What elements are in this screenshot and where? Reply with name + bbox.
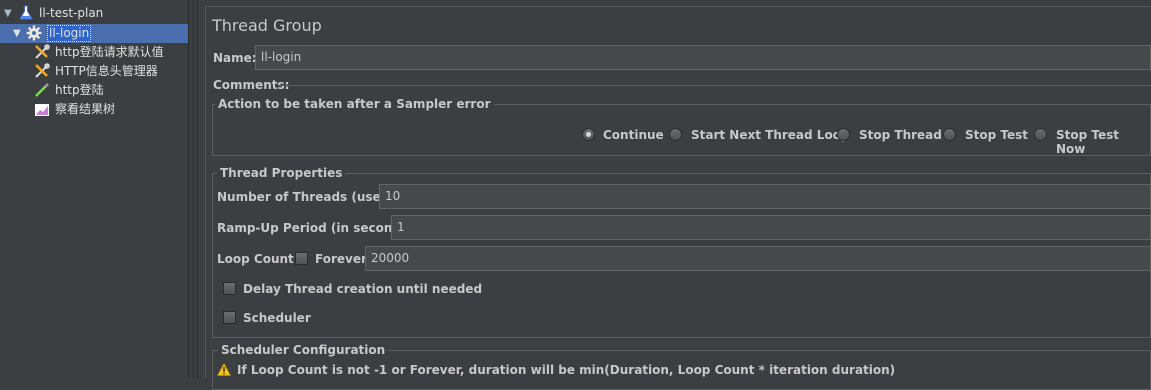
page-title: Thread Group: [212, 16, 322, 35]
start-next-thread-loop-radio[interactable]: [669, 128, 682, 141]
expand-arrow-icon[interactable]: ▼: [13, 24, 21, 43]
expand-arrow-icon[interactable]: ▼: [4, 4, 12, 23]
tree-label: 察看结果树: [55, 102, 116, 116]
tree-node-results-tree[interactable]: 察看结果树: [0, 100, 188, 119]
flask-icon: [19, 5, 33, 20]
tree-node-header-manager[interactable]: HTTP信息头管理器: [0, 62, 188, 81]
stop-test-now-radio[interactable]: [1034, 128, 1047, 141]
tree-node-http-defaults[interactable]: http登陆请求默认值: [0, 43, 188, 62]
stop-test-radio[interactable]: [943, 128, 956, 141]
wrench-icon: [35, 44, 50, 59]
comments-input[interactable]: [279, 85, 1151, 86]
tree-label: HTTP信息头管理器: [55, 64, 158, 78]
tree-node-thread-group[interactable]: ▼ ll-login: [0, 24, 188, 43]
rampup-label: Ramp-Up Period (in seconds):: [217, 221, 419, 235]
delay-thread-label[interactable]: Delay Thread creation until needed: [243, 282, 482, 296]
pipette-icon: [35, 83, 49, 97]
tree-label: ll-login: [47, 25, 92, 42]
forever-checkbox[interactable]: [295, 252, 308, 265]
tree-label: http登陆请求默认值: [55, 45, 164, 59]
comments-label: Comments:: [213, 78, 290, 92]
loop-count-input[interactable]: 20000: [365, 246, 1151, 271]
gear-icon: [26, 25, 42, 41]
scheduler-checkbox[interactable]: [223, 311, 236, 324]
sampler-error-legend: Action to be taken after a Sampler error: [215, 97, 494, 111]
forever-label[interactable]: Forever: [315, 252, 367, 266]
tree-node-http-login[interactable]: http登陆: [0, 81, 188, 100]
stop-thread-radio[interactable]: [837, 128, 850, 141]
loop-count-label: Loop Count:: [217, 252, 299, 266]
stop-test-now-label[interactable]: Stop Test Now: [1056, 128, 1151, 156]
thread-group-panel: Thread Group Name: ll-login Comments: Ac…: [199, 0, 1151, 390]
chart-icon: [35, 104, 49, 116]
scheduler-warning-text: If Loop Count is not -1 or Forever, dura…: [237, 363, 896, 377]
name-label: Name:: [213, 51, 257, 65]
stop-test-label[interactable]: Stop Test: [965, 128, 1028, 142]
name-input[interactable]: ll-login: [255, 45, 1151, 70]
tree-node-test-plan[interactable]: ▼ ll-test-plan: [0, 4, 188, 23]
threads-input[interactable]: 10: [379, 184, 1151, 209]
panel-splitter[interactable]: [188, 0, 198, 378]
test-plan-tree[interactable]: ▼ ll-test-plan ▼ ll-login http登陆请求默认值 HT…: [0, 0, 188, 378]
continue-label[interactable]: Continue: [603, 128, 664, 142]
splitter-bar: [192, 0, 194, 378]
delay-thread-checkbox[interactable]: [223, 282, 236, 295]
rampup-input[interactable]: 1: [391, 215, 1151, 240]
threads-label: Number of Threads (users):: [217, 190, 405, 204]
tree-label: http登陆: [55, 83, 104, 97]
scheduler-label[interactable]: Scheduler: [243, 311, 311, 325]
continue-radio[interactable]: [582, 128, 595, 141]
stop-thread-label[interactable]: Stop Thread: [859, 128, 942, 142]
thread-properties-legend: Thread Properties: [217, 166, 346, 180]
wrench-icon: [35, 63, 50, 78]
start-next-thread-loop-label[interactable]: Start Next Thread Loop: [691, 128, 850, 142]
scheduler-config-legend: Scheduler Configuration: [218, 343, 389, 357]
warning-icon: [217, 363, 231, 376]
tree-label: ll-test-plan: [39, 6, 104, 20]
